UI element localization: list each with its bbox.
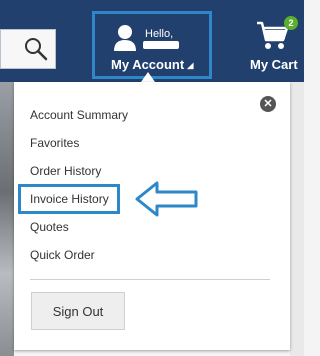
menu-item-favorites[interactable]: Favorites bbox=[30, 136, 79, 150]
dropdown-pointer bbox=[141, 72, 155, 82]
user-name-redacted bbox=[143, 41, 179, 49]
menu-divider bbox=[30, 279, 270, 280]
menu-item-quotes[interactable]: Quotes bbox=[30, 220, 69, 234]
my-account-menu-button[interactable]: My Account ◢ bbox=[111, 57, 193, 72]
search-icon bbox=[25, 38, 48, 61]
menu-item-order-history[interactable]: Order History bbox=[30, 164, 101, 178]
cart-count-badge: 2 bbox=[284, 16, 298, 30]
user-icon bbox=[114, 25, 136, 51]
my-account-label: My Account bbox=[111, 57, 185, 72]
left-arrow-callout bbox=[135, 181, 198, 217]
menu-item-account-summary[interactable]: Account Summary bbox=[30, 108, 128, 122]
menu-item-quick-order[interactable]: Quick Order bbox=[30, 248, 95, 262]
search-button[interactable] bbox=[0, 29, 56, 69]
close-icon[interactable]: ✕ bbox=[260, 96, 276, 112]
background-image-strip bbox=[0, 82, 14, 356]
invoice-history-highlight-box bbox=[18, 184, 120, 214]
my-cart-button[interactable]: My Cart bbox=[250, 57, 298, 72]
background-right-strip bbox=[290, 82, 304, 356]
caret-down-icon: ◢ bbox=[187, 61, 194, 70]
sign-out-button[interactable]: Sign Out bbox=[31, 292, 125, 330]
greeting-text: Hello, bbox=[145, 28, 174, 40]
